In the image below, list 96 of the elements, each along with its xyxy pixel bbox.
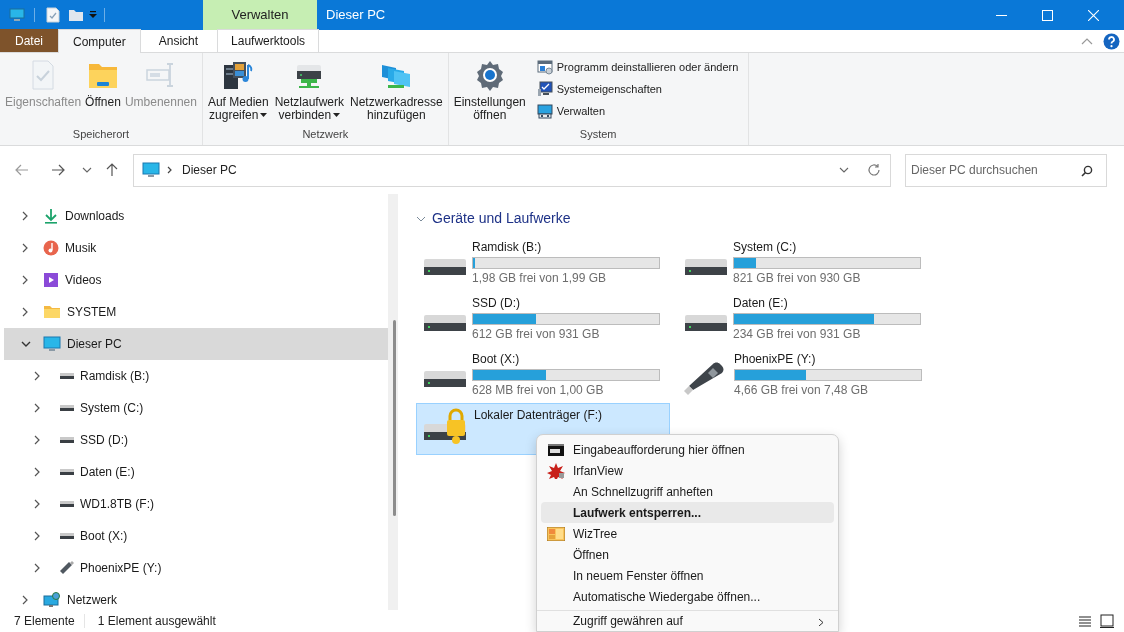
video-icon: [43, 272, 59, 288]
menu-item[interactable]: In neuem Fenster öffnen: [541, 565, 834, 586]
menu-item[interactable]: Zugriff gewähren auf: [541, 614, 834, 629]
ribbon-button[interactable]: Netzwerkadresse hinzufügen: [349, 59, 444, 122]
computer-manage-icon: [536, 103, 553, 119]
recent-locations-icon[interactable]: [82, 167, 92, 173]
tree-item[interactable]: Daten (E:): [4, 456, 388, 488]
free-space-text: 612 GB frei von 931 GB: [472, 327, 601, 342]
tree-item[interactable]: System (C:): [4, 392, 388, 424]
drive-tile[interactable]: System (C:) 821 GB frei von 930 GB: [677, 235, 931, 287]
media-server-icon: [222, 59, 255, 91]
ribbon-small-button[interactable]: Programm deinstallieren oder ändern: [536, 58, 739, 76]
ribbon-group-label: Speicherort: [71, 126, 131, 142]
address-bar[interactable]: Dieser PC: [133, 153, 891, 187]
folder-icon: [68, 8, 84, 22]
breadcrumb-item[interactable]: Dieser PC: [182, 161, 237, 179]
network-icon: [43, 592, 61, 608]
drive-icon: [59, 532, 75, 540]
tree-item[interactable]: Videos: [4, 264, 388, 296]
computer-icon: [142, 162, 160, 178]
back-icon[interactable]: [15, 164, 29, 176]
treemap-icon: [547, 526, 565, 541]
window-title: Dieser PC: [326, 6, 386, 25]
drive-tile[interactable]: Ramdisk (B:) 1,98 GB frei von 1,99 GB: [416, 235, 670, 287]
ribbon-button[interactable]: Einstellungen öffnen: [452, 59, 527, 122]
collapse-ribbon-icon[interactable]: [1081, 37, 1093, 45]
menu-item[interactable]: An Schnellzugriff anheften: [541, 481, 834, 502]
ribbon-small-button[interactable]: Systemeigenschaften: [536, 80, 739, 98]
tree-item[interactable]: Musik: [4, 232, 388, 264]
tree-item[interactable]: PhoenixPE (Y:): [4, 552, 388, 584]
tree-item[interactable]: SYSTEM: [4, 296, 388, 328]
details-view-icon[interactable]: [1078, 615, 1092, 627]
breadcrumb-chevron-icon[interactable]: [166, 165, 174, 175]
tree-item[interactable]: Ramdisk (B:): [4, 360, 388, 392]
ribbon-small-button[interactable]: Verwalten: [536, 102, 739, 120]
drive-icon: [59, 404, 75, 412]
tiles-view-icon[interactable]: [1100, 614, 1114, 628]
usb-stick-icon: [59, 560, 75, 576]
ribbon-button[interactable]: Öffnen: [84, 59, 122, 109]
tree-item[interactable]: Boot (X:): [4, 520, 388, 552]
search-icon: [1081, 164, 1093, 177]
download-arrow-icon: [43, 208, 59, 224]
section-header[interactable]: Geräte und Laufwerke: [432, 208, 571, 229]
tree-item[interactable]: SSD (D:): [4, 424, 388, 456]
context-tab-header: Verwalten: [203, 0, 317, 30]
ribbon-group-label: Netzwerk: [301, 126, 350, 142]
item-count: 7 Elemente: [14, 613, 75, 630]
scrollbar[interactable]: [388, 194, 398, 610]
free-space-text: 4,66 GB frei von 7,48 GB: [734, 383, 870, 398]
drive-icon: [59, 468, 75, 476]
ribbon-button[interactable]: Auf Medien zugreifen: [206, 59, 270, 122]
dropdown-icon[interactable]: [839, 167, 849, 173]
tree-item[interactable]: WD1.8TB (F:): [4, 488, 388, 520]
ribbon-tab[interactable]: Laufwerktools: [217, 29, 320, 52]
command-prompt-icon: [548, 443, 564, 456]
program-window-icon: [536, 59, 553, 75]
ribbon-group-label: System: [578, 126, 618, 142]
close-icon: [1087, 9, 1099, 21]
dropdown-icon[interactable]: [88, 10, 98, 20]
up-icon[interactable]: [106, 163, 118, 177]
drive-icon: [59, 436, 75, 444]
ribbon-tab[interactable]: Datei: [0, 29, 58, 52]
tree-item[interactable]: Netzwerk: [4, 584, 388, 616]
music-note-icon: [43, 240, 59, 256]
free-space-text: 821 GB frei von 930 GB: [733, 271, 862, 286]
drive-tile[interactable]: PhoenixPE (Y:) 4,66 GB frei von 7,48 GB: [677, 347, 931, 399]
tree-item[interactable]: Dieser PC: [4, 328, 388, 360]
folder-icon: [43, 305, 61, 319]
refresh-icon[interactable]: [867, 163, 881, 177]
computer-check-icon: [536, 81, 553, 97]
ribbon-button[interactable]: Netzlaufwerk verbinden: [273, 59, 345, 122]
maximize-icon: [1041, 9, 1053, 21]
drive-tile[interactable]: Daten (E:) 234 GB frei von 931 GB: [677, 291, 931, 343]
splash-icon: [547, 462, 565, 479]
free-space-text: 234 GB frei von 931 GB: [733, 327, 862, 342]
drive-tile[interactable]: Boot (X:) 628 MB frei von 1,00 GB: [416, 347, 670, 399]
ribbon-tab[interactable]: Ansicht: [140, 29, 217, 52]
drive-tile[interactable]: SSD (D:) 612 GB frei von 931 GB: [416, 291, 670, 343]
menu-item[interactable]: IrfanView: [541, 460, 834, 481]
tree-item[interactable]: Downloads: [4, 200, 388, 232]
menu-item[interactable]: Automatische Wiedergabe öffnen...: [541, 586, 834, 607]
menu-item[interactable]: Laufwerk entsperren...: [541, 502, 834, 523]
free-space-text: 1,98 GB frei von 1,99 GB: [472, 271, 608, 286]
menu-item[interactable]: WizTree: [541, 523, 834, 544]
computer-icon: [9, 7, 25, 23]
computer-icon: [43, 336, 61, 352]
drive-icon: [59, 500, 75, 508]
search-field[interactable]: Dieser PC durchsuchen: [905, 153, 1107, 187]
selection-count: 1 Element ausgewählt: [97, 613, 216, 630]
free-space-text: 628 MB frei von 1,00 GB: [472, 383, 605, 398]
checked-document-icon: [46, 7, 60, 23]
drive-icon: [59, 372, 75, 380]
menu-item[interactable]: Öffnen: [541, 544, 834, 565]
help-icon[interactable]: [1103, 32, 1120, 50]
forward-icon[interactable]: [51, 164, 65, 176]
ribbon-tab[interactable]: Computer: [58, 29, 141, 53]
